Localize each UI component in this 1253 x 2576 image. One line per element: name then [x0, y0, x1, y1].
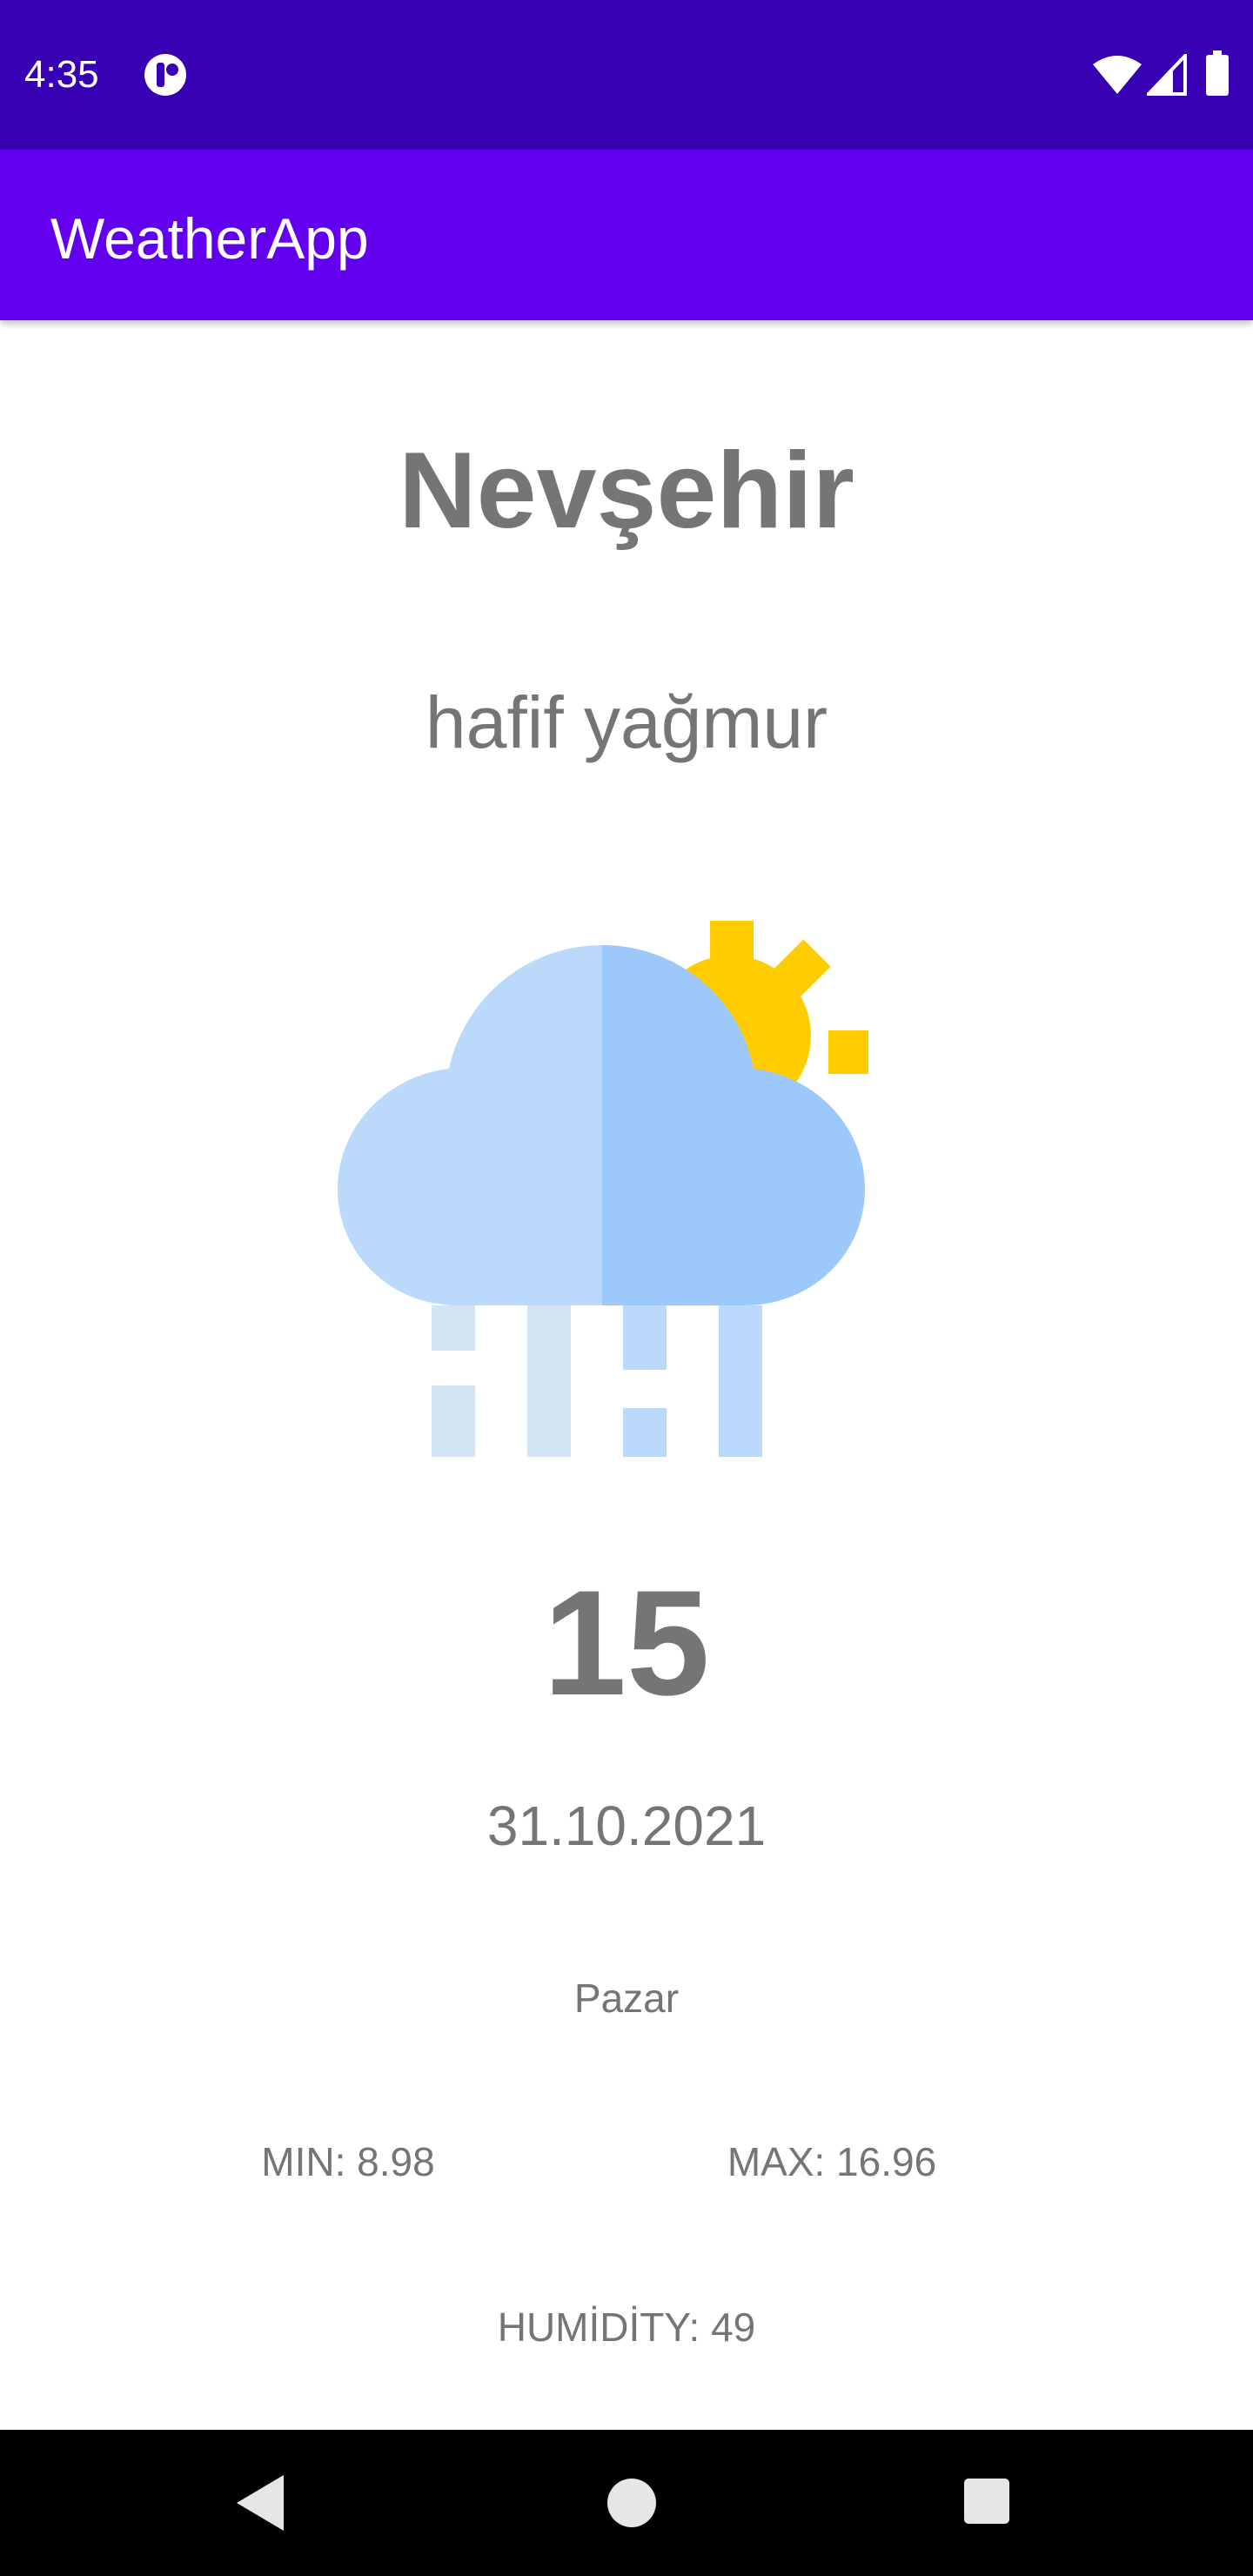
app-notification-icon — [144, 54, 186, 96]
day-of-week: Pazar — [573, 1976, 680, 2021]
navigation-bar — [0, 2430, 1253, 2576]
max-temperature: MAX: 16.96 — [727, 2139, 937, 2184]
app-title: WeatherApp — [50, 206, 369, 271]
min-temperature: MIN: 8.98 — [261, 2139, 435, 2184]
back-icon[interactable] — [235, 2472, 291, 2534]
screen: 4:35 WeatherApp Nevşehir hafif yağmur 15… — [0, 0, 1253, 2576]
city-name: Nevşehir — [399, 431, 854, 551]
weather-description: hafif yağmur — [425, 681, 828, 763]
weather-content: Nevşehir hafif yağmur 15 31.10.2021 Paza… — [0, 320, 1253, 2430]
status-time: 4:35 — [24, 53, 99, 96]
app-bar: WeatherApp — [0, 150, 1253, 320]
wifi-icon — [1093, 56, 1142, 94]
cloud-sun-rain-icon — [338, 921, 868, 1457]
humidity: HUMİDİTY: 49 — [497, 2304, 756, 2350]
battery-icon — [1206, 50, 1229, 96]
recent-apps-icon[interactable] — [962, 2477, 1011, 2526]
status-bar: 4:35 — [0, 0, 1253, 150]
signal-icon — [1147, 54, 1187, 96]
temperature: 15 — [543, 1560, 710, 1727]
date: 31.10.2021 — [486, 1794, 767, 1857]
home-icon[interactable] — [604, 2475, 660, 2531]
